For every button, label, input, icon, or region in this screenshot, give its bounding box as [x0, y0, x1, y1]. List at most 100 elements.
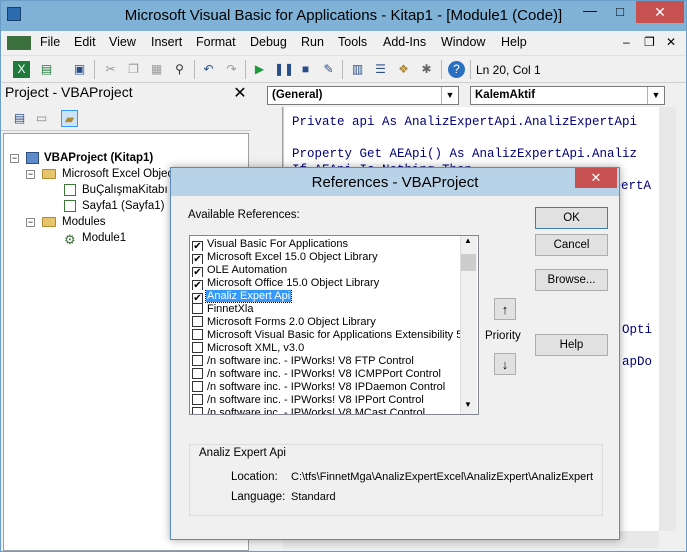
design-mode-icon[interactable]: ✎ [320, 61, 337, 78]
tree-item-vbaproject[interactable]: VBAProject (Kitap1) [44, 152, 153, 164]
reference-checkbox[interactable]: ✔ [192, 254, 203, 264]
reference-checkbox[interactable]: ✔ [192, 280, 203, 290]
selected-reference-name: Analiz Expert Api [197, 447, 288, 459]
paste-icon[interactable]: ▦ [148, 61, 165, 78]
reference-checkbox[interactable]: ✔ [192, 267, 203, 277]
help-icon[interactable]: ? [448, 61, 465, 78]
project-explorer-icon[interactable]: ▥ [349, 61, 366, 78]
reference-item[interactable]: ✔ OLE Automation [192, 264, 460, 277]
mdi-minimize-button[interactable]: – [623, 35, 630, 49]
reference-item[interactable]: /n software inc. - IPWorks! V8 ICMPPort … [192, 368, 460, 381]
folder-icon [42, 169, 56, 179]
collapse-icon[interactable]: − [26, 170, 35, 179]
project-pane-title: Project - VBAProject [5, 84, 133, 100]
reference-checkbox[interactable] [192, 329, 203, 340]
cut-icon[interactable]: ✂ [102, 61, 119, 78]
copy-icon[interactable]: ❐ [125, 61, 142, 78]
collapse-icon[interactable]: − [26, 218, 35, 227]
cancel-button[interactable]: Cancel [535, 234, 608, 256]
insert-userform-icon[interactable]: ▤ [38, 61, 55, 78]
reference-item[interactable]: /n software inc. - IPWorks! V8 IPPort Co… [192, 394, 460, 407]
chevron-down-icon[interactable]: ▼ [647, 87, 664, 104]
mdi-restore-button[interactable]: ❐ [644, 35, 655, 49]
object-browser-icon[interactable]: ❖ [395, 61, 412, 78]
undo-icon[interactable]: ↶ [200, 61, 217, 78]
reference-item[interactable]: ✔ Microsoft Excel 15.0 Object Library [192, 251, 460, 264]
reference-checkbox[interactable]: ✔ [192, 293, 203, 303]
menu-edit[interactable]: Edit [74, 35, 96, 49]
reference-item[interactable]: Microsoft Visual Basic for Applications … [192, 329, 460, 342]
reference-item[interactable]: /n software inc. - IPWorks! V8 FTP Contr… [192, 355, 460, 368]
break-icon[interactable]: ❚❚ [274, 61, 294, 78]
menu-tools[interactable]: Tools [338, 35, 367, 49]
menu-add-ins[interactable]: Add-Ins [383, 35, 426, 49]
menu-window[interactable]: Window [441, 35, 485, 49]
view-object-icon[interactable]: ▭ [33, 110, 50, 127]
reference-item[interactable]: Microsoft Forms 2.0 Object Library [192, 316, 460, 329]
scroll-down-icon[interactable]: ▼ [464, 400, 472, 409]
view-code-icon[interactable]: ▤ [11, 110, 28, 127]
reference-item[interactable]: ✔ Visual Basic For Applications [192, 238, 460, 251]
mdi-close-button[interactable]: ✕ [666, 35, 676, 49]
menu-insert[interactable]: Insert [151, 35, 182, 49]
reference-item[interactable]: /n software inc. - IPWorks! V8 MCast Con… [192, 407, 460, 415]
view-excel-icon[interactable]: X [13, 61, 30, 78]
minimize-button[interactable]: — [576, 1, 604, 23]
menu-view[interactable]: View [109, 35, 136, 49]
tree-item-workbook[interactable]: BuÇalışmaKitabı [82, 184, 168, 196]
browse-button[interactable]: Browse... [535, 269, 608, 291]
toggle-folders-icon[interactable]: ▰ [61, 110, 78, 127]
find-icon[interactable]: ⚲ [171, 61, 188, 78]
dialog-title: References - VBAProject [311, 174, 479, 191]
tree-item-module1[interactable]: Module1 [82, 232, 126, 244]
reference-checkbox[interactable]: ✔ [192, 241, 203, 251]
dialog-close-button[interactable]: ✕ [575, 168, 617, 188]
code-vertical-scrollbar[interactable] [659, 107, 676, 531]
reference-item[interactable]: Microsoft XML, v3.0 [192, 342, 460, 355]
procedure-dropdown[interactable]: KalemAktif ▼ [470, 86, 665, 105]
reference-item[interactable]: ✔ Microsoft Office 15.0 Object Library [192, 277, 460, 290]
menu-help[interactable]: Help [501, 35, 527, 49]
priority-down-button[interactable]: ↓ [494, 353, 516, 375]
reference-checkbox[interactable] [192, 342, 203, 353]
maximize-button[interactable]: □ [606, 1, 634, 23]
chevron-down-icon[interactable]: ▼ [441, 87, 458, 104]
priority-up-button[interactable]: ↑ [494, 298, 516, 320]
toolbar-separator [194, 60, 195, 79]
reference-checkbox[interactable] [192, 316, 203, 327]
toolbar-separator [94, 60, 95, 79]
references-listbox[interactable]: ✔ Visual Basic For Applications ✔ Microsoft… [189, 235, 479, 415]
properties-window-icon[interactable]: ☰ [372, 61, 389, 78]
menu-run[interactable]: Run [301, 35, 324, 49]
reference-checkbox[interactable] [192, 394, 203, 405]
tree-item-modules[interactable]: Modules [62, 216, 105, 228]
toolbox-icon[interactable]: ✱ [418, 61, 435, 78]
reference-item[interactable]: /n software inc. - IPWorks! V8 IPDaemon … [192, 381, 460, 394]
help-button[interactable]: Help [535, 334, 608, 356]
tree-item-excel-objects[interactable]: Microsoft Excel Objects [62, 168, 182, 180]
reference-item[interactable]: ✔ Analiz Expert Api [192, 290, 460, 303]
reset-icon[interactable]: ■ [297, 61, 314, 78]
save-icon[interactable]: ▣ [71, 61, 88, 78]
menu-format[interactable]: Format [196, 35, 236, 49]
redo-icon[interactable]: ↷ [223, 61, 240, 78]
reference-checkbox[interactable] [192, 368, 203, 379]
menu-file[interactable]: File [40, 35, 60, 49]
run-icon[interactable]: ▶ [251, 61, 268, 78]
reference-checkbox[interactable] [192, 303, 203, 314]
object-dropdown[interactable]: (General) ▼ [267, 86, 459, 105]
menu-debug[interactable]: Debug [250, 35, 287, 49]
reference-label: /n software inc. - IPWorks! V8 MCast Con… [207, 407, 426, 415]
reference-item[interactable]: FinnetXla [192, 303, 460, 316]
reference-checkbox[interactable] [192, 407, 203, 414]
collapse-icon[interactable]: − [10, 154, 19, 163]
project-pane-close-button[interactable]: ✕ [231, 83, 249, 103]
reference-checkbox[interactable] [192, 355, 203, 366]
tree-item-sayfa1[interactable]: Sayfa1 (Sayfa1) [82, 200, 164, 212]
toolbar-separator [470, 60, 471, 79]
ok-button[interactable]: OK [535, 207, 608, 229]
close-button[interactable]: ✕ [636, 1, 684, 23]
scroll-up-icon[interactable]: ▲ [464, 236, 472, 245]
scroll-thumb[interactable] [461, 254, 476, 271]
reference-checkbox[interactable] [192, 381, 203, 392]
